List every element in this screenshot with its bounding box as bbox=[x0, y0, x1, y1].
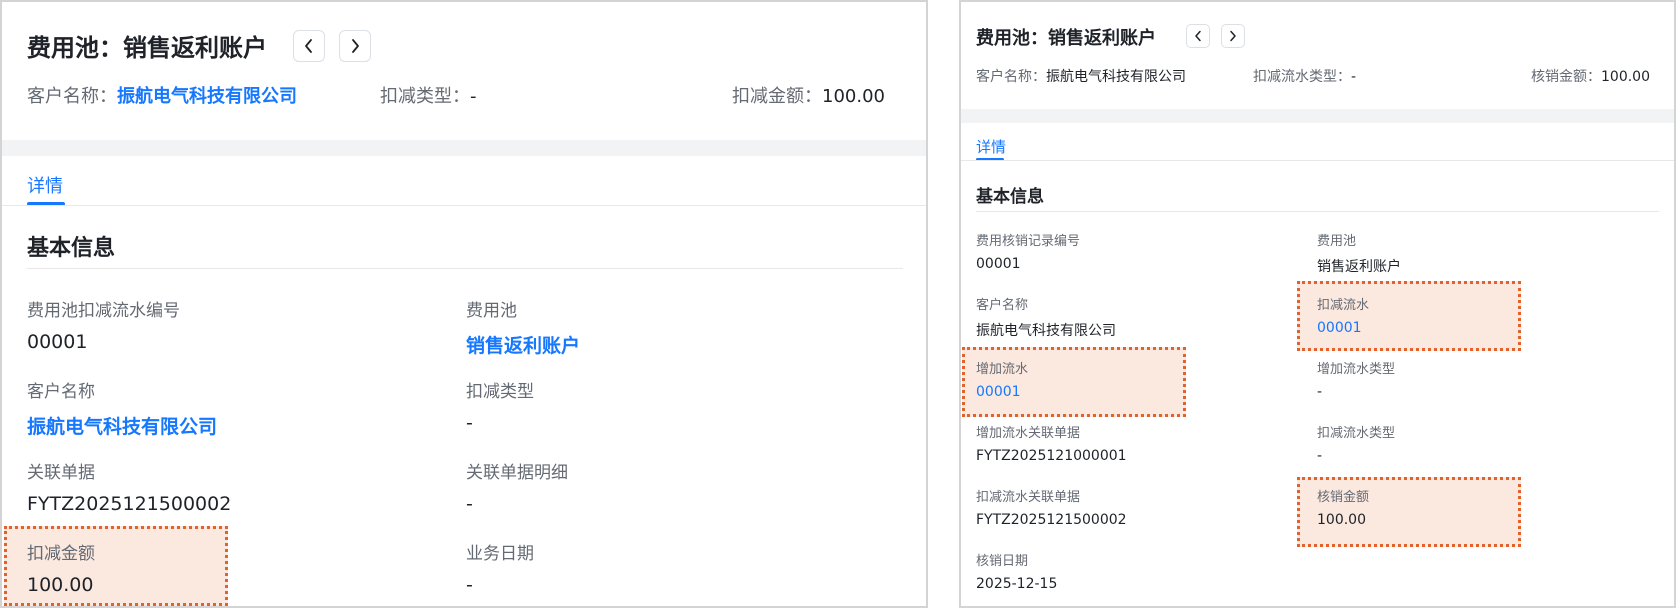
field-label: 核销金额 bbox=[1317, 490, 1370, 505]
field-label: 费用池 bbox=[466, 301, 517, 321]
field-value: 销售返利账户 bbox=[1317, 259, 1401, 275]
field-deduction-serial-number: 费用池扣减流水编号 00001 bbox=[27, 296, 180, 353]
previous-record-button[interactable] bbox=[1186, 24, 1210, 48]
field-value: - bbox=[466, 412, 473, 434]
header-deduction-flow-type: 扣减流水类型：- bbox=[1253, 66, 1356, 86]
field-value: 2025-12-15 bbox=[976, 576, 1058, 592]
header-type-label: 扣减流水类型： bbox=[1253, 69, 1351, 85]
field-label: 扣减流水类型 bbox=[1317, 426, 1396, 441]
field-label: 费用核销记录编号 bbox=[976, 234, 1081, 249]
page-title: 费用池：销售返利账户 bbox=[27, 34, 267, 62]
section-divider bbox=[961, 109, 1674, 123]
header-deduction-amount: 扣减金额：100.00 bbox=[732, 82, 885, 108]
tab-bar-border bbox=[961, 160, 1674, 161]
section-title-basic-info: 基本信息 bbox=[27, 236, 116, 261]
field-value: 振航电气科技有限公司 bbox=[976, 323, 1116, 339]
field-related-document-detail: 关联单据明细 - bbox=[466, 458, 568, 515]
field-label: 扣减金额 bbox=[27, 544, 95, 564]
field-label: 扣减类型 bbox=[466, 382, 534, 402]
field-value: 100.00 bbox=[1317, 512, 1366, 528]
chevron-right-icon bbox=[1230, 30, 1236, 42]
field-value: FYTZ2025121500002 bbox=[976, 512, 1127, 528]
header-amount-value: 100.00 bbox=[1601, 69, 1650, 85]
field-label: 增加流水关联单据 bbox=[976, 426, 1081, 441]
field-value: FYTZ2025121000001 bbox=[976, 448, 1127, 464]
field-value: FYTZ2025121500002 bbox=[27, 493, 232, 515]
tab-bar-border bbox=[2, 205, 926, 206]
header-deduction-type: 扣减类型：- bbox=[380, 82, 477, 108]
field-label: 费用池扣减流水编号 bbox=[27, 301, 180, 321]
deduction-flow-link[interactable]: 00001 bbox=[1317, 320, 1369, 336]
field-related-document: 关联单据 FYTZ2025121500002 bbox=[27, 458, 231, 515]
field-value: - bbox=[1317, 448, 1323, 464]
field-label: 增加流水类型 bbox=[1317, 362, 1396, 377]
field-expense-pool: 费用池 销售返利账户 bbox=[466, 296, 580, 358]
next-record-button[interactable] bbox=[1221, 24, 1245, 48]
header-customer-link[interactable]: 振航电气科技有限公司 bbox=[117, 86, 297, 107]
field-increase-flow-type: 增加流水类型 - bbox=[1317, 358, 1395, 400]
field-writeoff-amount: 核销金额 100.00 bbox=[1317, 486, 1369, 528]
increase-flow-link[interactable]: 00001 bbox=[976, 384, 1028, 400]
header-customer-label: 客户名称： bbox=[27, 86, 117, 107]
field-deduction-amount: 扣减金额 100.00 bbox=[27, 539, 95, 596]
section-divider bbox=[2, 140, 926, 156]
tab-details[interactable]: 详情 bbox=[27, 172, 63, 198]
field-expense-pool: 费用池 销售返利账户 bbox=[1317, 230, 1401, 276]
field-label: 关联单据明细 bbox=[466, 463, 568, 483]
chevron-left-icon bbox=[1195, 30, 1201, 42]
chevron-left-icon bbox=[305, 39, 312, 53]
page-header: 费用池：销售返利账户 客户名称：振航电气科技有限公司 扣减类型：- 扣减金额：1… bbox=[2, 2, 926, 154]
right-detail-panel: 费用池：销售返利账户 客户名称：振航电气科技有限公司 扣减流水类型：- 核销金额… bbox=[959, 0, 1676, 608]
section-divider-line bbox=[27, 268, 903, 269]
page-title: 费用池：销售返利账户 bbox=[976, 28, 1156, 49]
field-writeoff-record-number: 费用核销记录编号 00001 bbox=[976, 230, 1080, 272]
header-customer-label: 客户名称： bbox=[976, 69, 1046, 85]
header-writeoff-amount: 核销金额：100.00 bbox=[1531, 66, 1650, 86]
field-label: 业务日期 bbox=[466, 544, 534, 564]
previous-record-button[interactable] bbox=[293, 30, 325, 62]
expense-pool-link[interactable]: 销售返利账户 bbox=[466, 331, 580, 358]
section-divider-line bbox=[976, 211, 1659, 212]
next-record-button[interactable] bbox=[339, 30, 371, 62]
field-writeoff-date: 核销日期 2025-12-15 bbox=[976, 550, 1057, 592]
field-value: 00001 bbox=[27, 331, 88, 353]
header-amount-label: 核销金额： bbox=[1531, 69, 1601, 85]
field-label: 增加流水 bbox=[976, 362, 1029, 377]
tab-details[interactable]: 详情 bbox=[976, 136, 1006, 157]
field-label: 客户名称 bbox=[27, 382, 95, 402]
field-business-date: 业务日期 - bbox=[466, 539, 534, 596]
field-deduction-flow: 扣减流水 00001 bbox=[1317, 294, 1369, 336]
header-type-value: - bbox=[470, 86, 477, 107]
chevron-right-icon bbox=[352, 39, 359, 53]
header-type-label: 扣减类型： bbox=[380, 86, 470, 107]
field-value: 100.00 bbox=[27, 574, 94, 596]
field-label: 扣减流水关联单据 bbox=[976, 490, 1081, 505]
field-label: 关联单据 bbox=[27, 463, 95, 483]
header-amount-label: 扣减金额： bbox=[732, 86, 822, 107]
field-label: 扣减流水 bbox=[1317, 298, 1370, 313]
field-label: 客户名称 bbox=[976, 298, 1029, 313]
header-amount-value: 100.00 bbox=[822, 86, 885, 107]
header-customer: 客户名称：振航电气科技有限公司 bbox=[27, 82, 297, 108]
field-customer-name: 客户名称 振航电气科技有限公司 bbox=[976, 294, 1116, 340]
left-detail-panel: 费用池：销售返利账户 客户名称：振航电气科技有限公司 扣减类型：- 扣减金额：1… bbox=[0, 0, 928, 608]
customer-name-link[interactable]: 振航电气科技有限公司 bbox=[27, 412, 217, 439]
field-deduction-flow-related-document: 扣减流水关联单据 FYTZ2025121500002 bbox=[976, 486, 1127, 528]
header-customer-value: 振航电气科技有限公司 bbox=[1046, 69, 1186, 85]
field-deduction-type: 扣减类型 - bbox=[466, 377, 534, 434]
field-value: - bbox=[1317, 384, 1323, 400]
field-customer-name: 客户名称 振航电气科技有限公司 bbox=[27, 377, 217, 439]
field-increase-flow-related-document: 增加流水关联单据 FYTZ2025121000001 bbox=[976, 422, 1127, 464]
section-title-basic-info: 基本信息 bbox=[976, 187, 1044, 207]
field-deduction-flow-type: 扣减流水类型 - bbox=[1317, 422, 1395, 464]
field-label: 费用池 bbox=[1317, 234, 1357, 249]
field-value: 00001 bbox=[976, 256, 1021, 272]
field-value: - bbox=[466, 493, 473, 515]
header-type-value: - bbox=[1351, 69, 1357, 85]
field-label: 核销日期 bbox=[976, 554, 1029, 569]
field-value: - bbox=[466, 574, 473, 596]
field-increase-flow: 增加流水 00001 bbox=[976, 358, 1028, 400]
header-customer: 客户名称：振航电气科技有限公司 bbox=[976, 66, 1186, 86]
